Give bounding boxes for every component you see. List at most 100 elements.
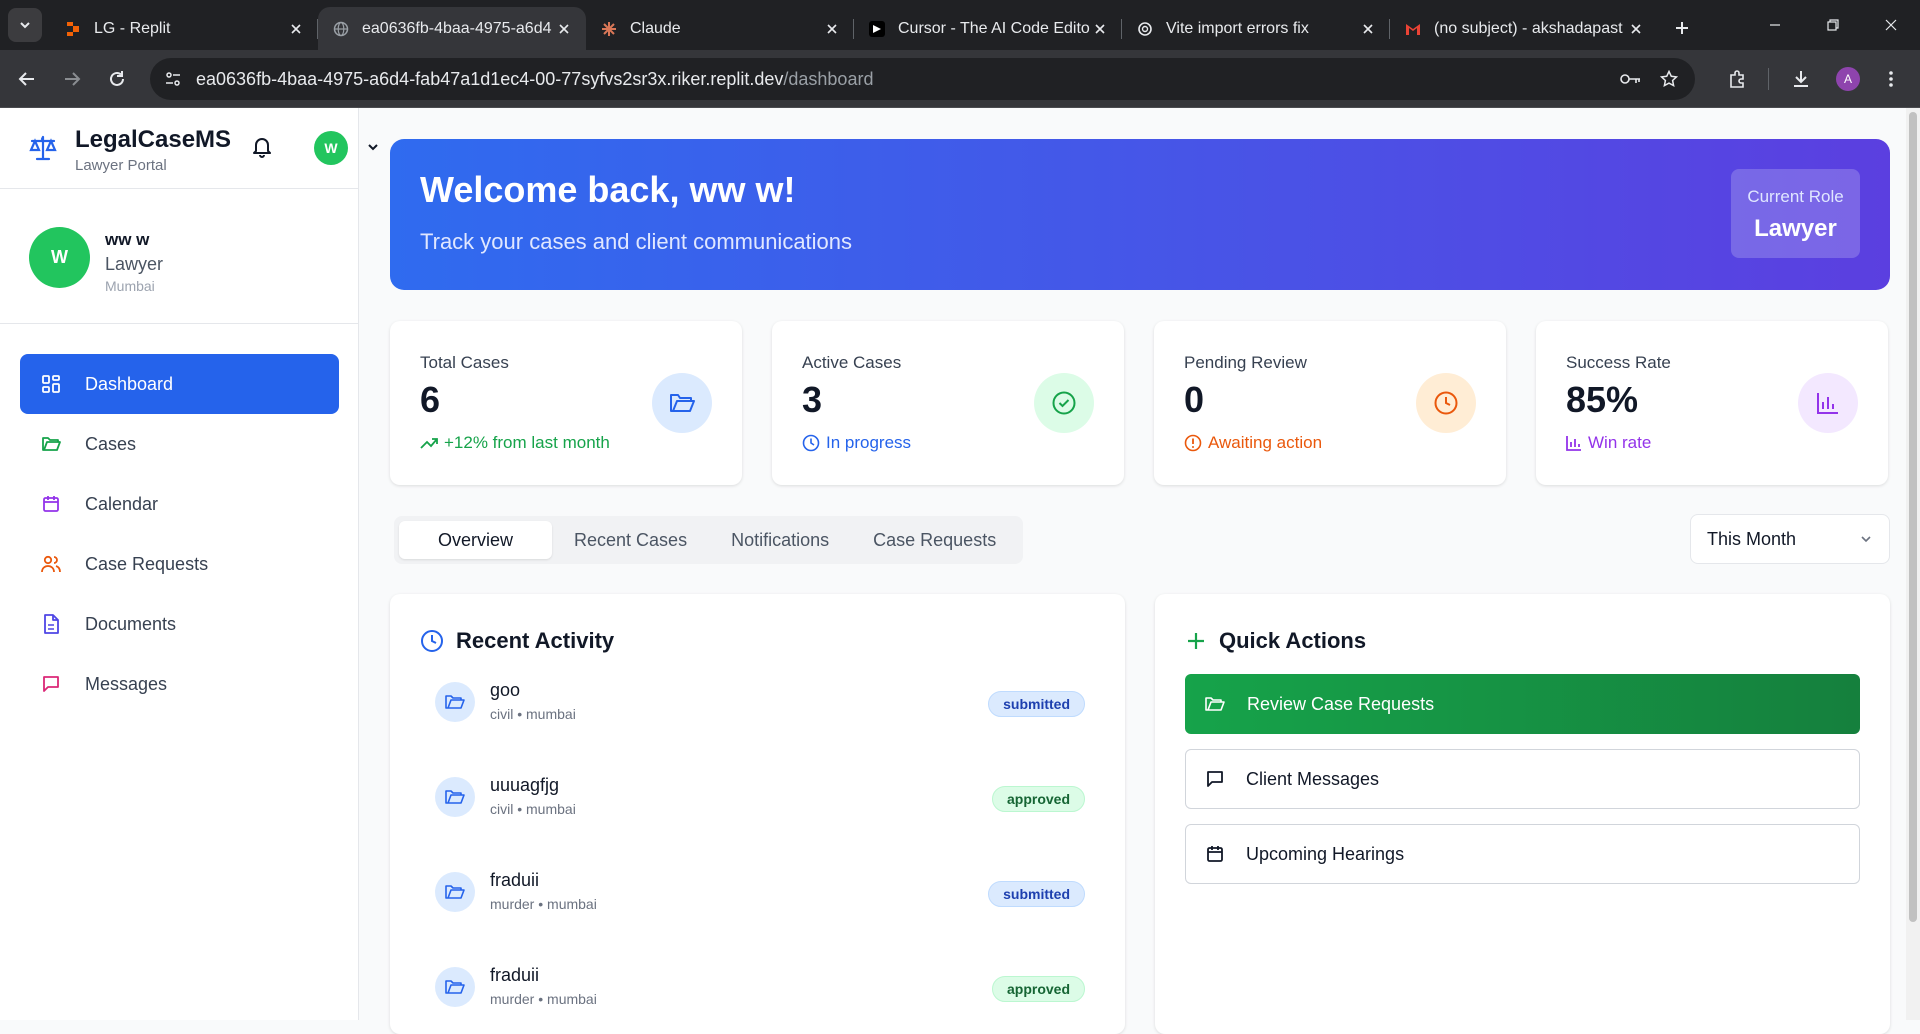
cursor-icon [868,20,886,38]
sidebar-item-calendar[interactable]: Calendar [20,474,339,534]
forward-button[interactable] [57,64,87,94]
close-icon[interactable] [1358,19,1378,39]
browser-tab[interactable]: Claude [586,7,854,50]
sidebar-item-case-requests[interactable]: Case Requests [20,534,339,594]
tab-search-button[interactable] [8,8,42,42]
extensions-icon[interactable] [1722,64,1752,94]
tab-notifications[interactable]: Notifications [709,521,851,559]
tab-case-requests[interactable]: Case Requests [851,521,1018,559]
new-tab-button[interactable] [1664,10,1700,46]
profile-city: Mumbai [105,278,155,294]
scale-icon [28,134,58,162]
close-icon[interactable] [1090,19,1110,39]
claude-icon [600,20,618,38]
welcome-title: Welcome back, ww w! [420,169,796,210]
folder-open-icon [435,777,475,817]
list-item[interactable]: goo civil • mumbai submitted [435,674,1085,734]
scrollbar-thumb[interactable] [1909,112,1917,922]
message-icon [41,674,61,694]
current-role-box: Current Role Lawyer [1731,169,1860,258]
folder-open-icon [435,682,475,722]
review-case-requests-button[interactable]: Review Case Requests [1185,674,1860,734]
close-icon[interactable] [1626,19,1646,39]
status-badge: approved [991,786,1085,812]
key-icon[interactable] [1620,68,1642,90]
folder-open-icon [652,373,712,433]
browser-tab[interactable]: Vite import errors fix [1122,7,1390,50]
stat-note: Win rate [1566,433,1651,453]
list-item[interactable]: fraduii murder • mumbai submitted [435,864,1085,924]
tab-title: Vite import errors fix [1166,19,1309,37]
activity-name: goo [490,680,521,700]
plus-icon [1676,22,1688,34]
activity-meta: murder • mumbai [490,991,597,1007]
stat-label: Total Cases [420,353,509,372]
clock-icon [420,629,444,653]
profile-button[interactable]: A [1833,64,1863,94]
sidebar-item-messages[interactable]: Messages [20,654,339,714]
list-item[interactable]: uuuagfjg civil • mumbai approved [435,769,1085,829]
browser-tab[interactable]: Cursor - The AI Code Edito [854,7,1122,50]
upcoming-hearings-button[interactable]: Upcoming Hearings [1185,824,1860,884]
button-label: Client Messages [1246,768,1380,789]
folder-icon [41,434,61,454]
scrollbar[interactable] [1906,108,1920,1020]
quick-actions-card: Quick Actions Review Case Requests Clien… [1155,594,1890,1034]
period-select[interactable]: This Month [1690,514,1890,564]
bell-icon[interactable] [252,136,272,158]
stat-label: Success Rate [1566,353,1671,372]
reload-icon [110,71,124,86]
menu-icon[interactable] [1876,64,1906,94]
close-icon[interactable] [554,19,574,39]
back-button[interactable] [12,64,42,94]
arrow-right-icon [65,72,81,86]
chevron-down-icon [20,22,30,29]
user-avatar[interactable]: W [314,131,348,165]
sidebar-item-dashboard[interactable]: Dashboard [20,354,339,414]
trending-up-icon [420,436,438,450]
sidebar-item-label: Documents [85,613,177,634]
plus-icon [1185,630,1207,652]
document-icon [41,614,61,634]
sidebar-item-documents[interactable]: Documents [20,594,339,654]
browser-tab[interactable]: (no subject) - akshadapast [1390,7,1658,50]
role-label: Current Role [1747,187,1844,206]
button-label: Review Case Requests [1247,693,1435,714]
star-icon[interactable] [1658,68,1680,90]
restore-button[interactable] [1804,0,1862,50]
clock-icon [802,434,820,452]
client-messages-button[interactable]: Client Messages [1185,749,1860,809]
browser-tab-active[interactable]: ea0636fb-4baa-4975-a6d4 [318,7,586,50]
check-circle-icon [1034,373,1094,433]
sidebar-item-cases[interactable]: Cases [20,414,339,474]
close-icon[interactable] [286,19,306,39]
stat-value: 85% [1566,379,1639,420]
close-window-button[interactable] [1862,0,1920,50]
chatgpt-icon [1136,20,1154,38]
tab-recent-cases[interactable]: Recent Cases [552,521,709,559]
browser-tab[interactable]: LG - Replit [50,7,318,50]
minimize-button[interactable] [1746,0,1804,50]
stat-card-pending-review: Pending Review 0 Awaiting action [1154,321,1506,485]
stat-card-total-cases: Total Cases 6 +12% from last month [390,321,742,485]
sidebar-item-label: Case Requests [85,553,209,574]
url-path: /dashboard [783,68,874,89]
app: LegalCaseMS Lawyer Portal W W ww w Lawye… [0,108,1920,1034]
stat-label: Pending Review [1184,353,1307,372]
profile-role: Lawyer [105,254,164,274]
app-name: LegalCaseMS [75,126,232,153]
activity-meta: civil • mumbai [490,706,576,722]
tab-overview[interactable]: Overview [399,521,553,559]
tab-title: Cursor - The AI Code Edito [898,19,1090,37]
list-item[interactable]: fraduii murder • mumbai approved [435,959,1085,1019]
site-settings-icon[interactable] [162,68,184,90]
tab-title: Claude [630,19,681,37]
close-icon[interactable] [822,19,842,39]
stat-value: 3 [802,379,823,420]
folder-open-icon [435,872,475,912]
url-host: ea0636fb-4baa-4975-a6d4-fab47a1d1ec4-00-… [196,68,784,89]
download-icon[interactable] [1786,64,1816,94]
button-label: Upcoming Hearings [1246,843,1405,864]
reload-button[interactable] [102,64,132,94]
url-field[interactable]: ea0636fb-4baa-4975-a6d4-fab47a1d1ec4-00-… [150,58,1695,100]
